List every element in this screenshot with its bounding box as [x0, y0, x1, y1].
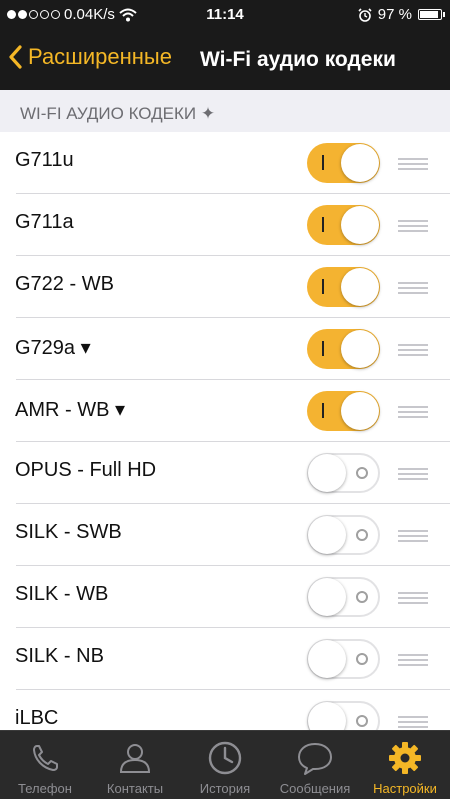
- battery-icon: [418, 9, 445, 20]
- toggle-knob: [308, 454, 346, 492]
- reorder-handle-icon[interactable]: [398, 654, 428, 666]
- reorder-handle-icon[interactable]: [398, 344, 428, 356]
- toggle-on-mark: [322, 279, 324, 294]
- toggle-off-mark: [356, 529, 368, 541]
- reorder-handle-icon[interactable]: [398, 716, 428, 728]
- toggle-on-mark: [322, 217, 324, 232]
- tab-label: История: [199, 781, 251, 796]
- toggle-knob: [341, 206, 379, 244]
- status-bar: 0.04K/s 11:14 97 %: [0, 0, 450, 30]
- codec-row: SILK - SWB: [0, 504, 450, 566]
- codec-toggle[interactable]: [307, 701, 380, 730]
- codec-row: iLBC: [0, 690, 450, 730]
- toggle-knob: [308, 640, 346, 678]
- codec-row: SILK - WB: [0, 566, 450, 628]
- alarm-icon: [358, 7, 372, 22]
- codec-row: AMR - WB ▾: [0, 380, 450, 442]
- codec-list: G711u G711a G722 - WB G729a ▾ AMR - WB ▾ OPUS…: [0, 132, 450, 730]
- reorder-handle-icon[interactable]: [398, 530, 428, 542]
- tab-gear[interactable]: Настройки: [360, 731, 450, 799]
- message-bubble-icon: [298, 743, 332, 775]
- codec-toggle[interactable]: [307, 205, 380, 245]
- tab-clock[interactable]: История: [180, 731, 270, 799]
- tab-label: Контакты: [106, 781, 164, 796]
- tab-contacts[interactable]: Контакты: [90, 731, 180, 799]
- codec-toggle[interactable]: [307, 267, 380, 307]
- codec-label: SILK - WB: [15, 583, 109, 605]
- codec-row: SILK - NB: [0, 628, 450, 690]
- tab-label: Настройки: [373, 781, 437, 796]
- toggle-on-mark: [322, 341, 324, 356]
- codec-label: iLBC: [15, 707, 59, 729]
- codec-row: G711u: [0, 132, 450, 194]
- tab-label: Телефон: [18, 781, 72, 796]
- codec-toggle[interactable]: [307, 143, 380, 183]
- codec-label: OPUS - Full HD: [15, 459, 157, 481]
- codec-label: SILK - NB: [15, 645, 104, 667]
- clock-icon: [208, 741, 242, 775]
- toggle-on-mark: [322, 403, 324, 418]
- navigation-bar: Расширенные Wi-Fi аудио кодеки: [0, 30, 450, 90]
- codec-row: OPUS - Full HD: [0, 442, 450, 504]
- codec-label: G711u: [15, 149, 74, 171]
- reorder-handle-icon[interactable]: [398, 468, 428, 480]
- tab-bar: Телефон Контакты История Сообщения Настройки: [0, 730, 450, 799]
- toggle-off-mark: [356, 715, 368, 727]
- chevron-left-icon: [9, 45, 22, 69]
- reorder-handle-icon[interactable]: [398, 282, 428, 294]
- codec-toggle[interactable]: [307, 391, 380, 431]
- toggle-knob: [308, 578, 346, 616]
- codec-toggle[interactable]: [307, 329, 380, 369]
- gear-icon: [389, 742, 421, 774]
- contacts-icon: [119, 744, 151, 773]
- reorder-handle-icon[interactable]: [398, 592, 428, 604]
- toggle-off-mark: [356, 467, 368, 479]
- codec-label: G722 - WB: [15, 273, 114, 295]
- toggle-knob: [308, 516, 346, 554]
- toggle-off-mark: [356, 591, 368, 603]
- back-label: Расширенные: [28, 44, 172, 69]
- codec-label: SILK - SWB: [15, 521, 122, 543]
- tab-message-bubble[interactable]: Сообщения: [270, 731, 360, 799]
- codec-label: G729a ▾: [15, 337, 91, 359]
- top-bar: 0.04K/s 11:14 97 % Расширенные Wi-Fi ауд…: [0, 0, 450, 90]
- reorder-handle-icon[interactable]: [398, 406, 428, 418]
- tab-phone[interactable]: Телефон: [0, 731, 90, 799]
- toggle-on-mark: [322, 155, 324, 170]
- toggle-knob: [341, 268, 379, 306]
- toggle-knob: [341, 392, 379, 430]
- toggle-knob: [308, 702, 346, 730]
- codec-row: G729a ▾: [0, 318, 450, 380]
- codec-label: AMR - WB ▾: [15, 399, 126, 421]
- codec-toggle[interactable]: [307, 515, 380, 555]
- codec-row: G722 - WB: [0, 256, 450, 318]
- tab-label: Сообщения: [279, 781, 351, 796]
- section-header: WI-FI АУДИО КОДЕКИ ✦: [0, 90, 450, 132]
- codec-label: G711a: [15, 211, 74, 233]
- reorder-handle-icon[interactable]: [398, 158, 428, 170]
- toggle-off-mark: [356, 653, 368, 665]
- back-button[interactable]: Расширенные: [8, 44, 172, 70]
- battery-percent: 97 %: [377, 6, 412, 23]
- phone-icon: [33, 745, 58, 771]
- codec-toggle[interactable]: [307, 639, 380, 679]
- codec-row: G711a: [0, 194, 450, 256]
- toggle-knob: [341, 330, 379, 368]
- toggle-knob: [341, 144, 379, 182]
- page-title: Wi-Fi аудио кодеки: [200, 48, 396, 71]
- reorder-handle-icon[interactable]: [398, 220, 428, 232]
- codec-toggle[interactable]: [307, 577, 380, 617]
- codec-toggle[interactable]: [307, 453, 380, 493]
